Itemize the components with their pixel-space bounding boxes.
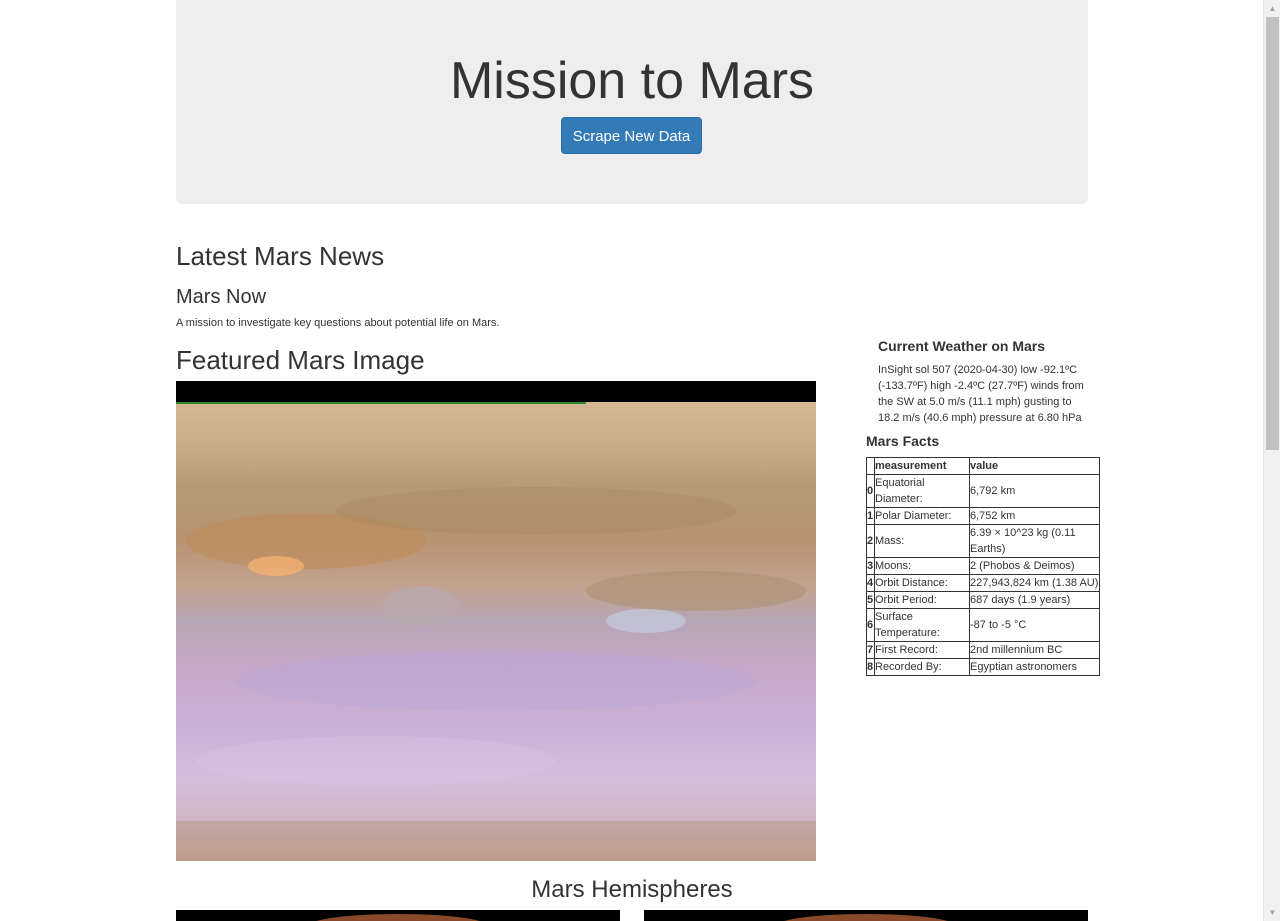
table-row: 6 Surface Temperature: -87 to -5 °C	[866, 608, 1100, 642]
table-cell-measurement: Orbit Period:	[874, 591, 970, 609]
table-row: 0 Equatorial Diameter: 6,792 km	[866, 474, 1100, 508]
table-cell-measurement: Orbit Distance:	[874, 574, 970, 592]
table-cell-value: 227,943,824 km (1.38 AU)	[969, 574, 1100, 592]
table-row-index: 8	[866, 658, 875, 676]
table-row: 3 Moons: 2 (Phobos & Deimos)	[866, 557, 1100, 575]
table-column-header: measurement	[874, 457, 970, 475]
table-cell-value: 2 (Phobos & Deimos)	[969, 557, 1100, 575]
table-cell-value: Egyptian astronomers	[969, 658, 1100, 676]
scrollbar-thumb[interactable]	[1266, 17, 1279, 450]
table-cell-measurement: Equatorial Diameter:	[874, 474, 970, 508]
table-cell-value: 2nd millennium BC	[969, 641, 1100, 659]
news-title: Mars Now	[176, 286, 267, 308]
table-row-index: 5	[866, 591, 875, 609]
table-row: 4 Orbit Distance: 227,943,824 km (1.38 A…	[866, 574, 1100, 592]
table-row: 8 Recorded By: Egyptian astronomers	[866, 658, 1100, 676]
table-row: 1 Polar Diameter: 6,752 km	[866, 507, 1100, 525]
table-cell-value: 687 days (1.9 years)	[969, 591, 1100, 609]
table-row-index: 3	[866, 557, 875, 575]
table-row-index: 4	[866, 574, 875, 592]
hemispheres-heading: Mars Hemispheres	[531, 876, 733, 903]
table-row-index: 7	[866, 641, 875, 659]
featured-mars-image[interactable]	[176, 381, 816, 861]
table-row-index: 0	[866, 474, 875, 508]
table-cell-measurement: Recorded By:	[874, 658, 970, 676]
table-cell-value: 6,752 km	[969, 507, 1100, 525]
latest-news-heading: Latest Mars News	[176, 241, 385, 271]
featured-image-heading: Featured Mars Image	[176, 345, 425, 375]
table-cell-value: 6,792 km	[969, 474, 1100, 508]
table-cell-measurement: Polar Diameter:	[874, 507, 970, 525]
table-cell-measurement: Moons:	[874, 557, 970, 575]
table-column-header: value	[969, 457, 1100, 475]
mars-facts-table: measurement value 0 Equatorial Diameter:…	[866, 457, 1100, 676]
scroll-down-arrow-icon[interactable]: ▼	[1264, 904, 1280, 921]
table-cell-measurement: Surface Temperature:	[874, 608, 970, 642]
table-row: 5 Orbit Period: 687 days (1.9 years)	[866, 591, 1100, 609]
page-title: Mission to Mars	[449, 52, 815, 110]
scrape-new-data-button[interactable]: Scrape New Data	[561, 117, 702, 154]
table-row: 7 First Record: 2nd millennium BC	[866, 641, 1100, 659]
table-cell-measurement: Mass:	[874, 524, 970, 558]
vertical-scrollbar[interactable]: ▲ ▼	[1263, 0, 1280, 921]
table-index-header	[866, 457, 875, 475]
weather-heading: Current Weather on Mars	[878, 338, 1045, 354]
mars-facts-heading: Mars Facts	[866, 433, 940, 449]
news-paragraph: A mission to investigate key questions a…	[176, 317, 500, 329]
table-cell-value: -87 to -5 °C	[969, 608, 1100, 642]
table-row-index: 1	[866, 507, 875, 525]
table-header-row: measurement value	[866, 457, 1100, 475]
hemisphere-image[interactable]	[176, 910, 620, 921]
table-row-index: 2	[866, 524, 875, 558]
scroll-up-arrow-icon[interactable]: ▲	[1264, 0, 1280, 17]
jumbotron: Mission to Mars Scrape New Data	[176, 0, 1088, 204]
table-row-index: 6	[866, 608, 875, 642]
table-cell-value: 6.39 × 10^23 kg (0.11 Earths)	[969, 524, 1100, 558]
weather-text: InSight sol 507 (2020-04-30) low -92.1ºC…	[878, 364, 1084, 424]
table-cell-measurement: First Record:	[874, 641, 970, 659]
table-row: 2 Mass: 6.39 × 10^23 kg (0.11 Earths)	[866, 524, 1100, 558]
hemisphere-image[interactable]	[644, 910, 1088, 921]
